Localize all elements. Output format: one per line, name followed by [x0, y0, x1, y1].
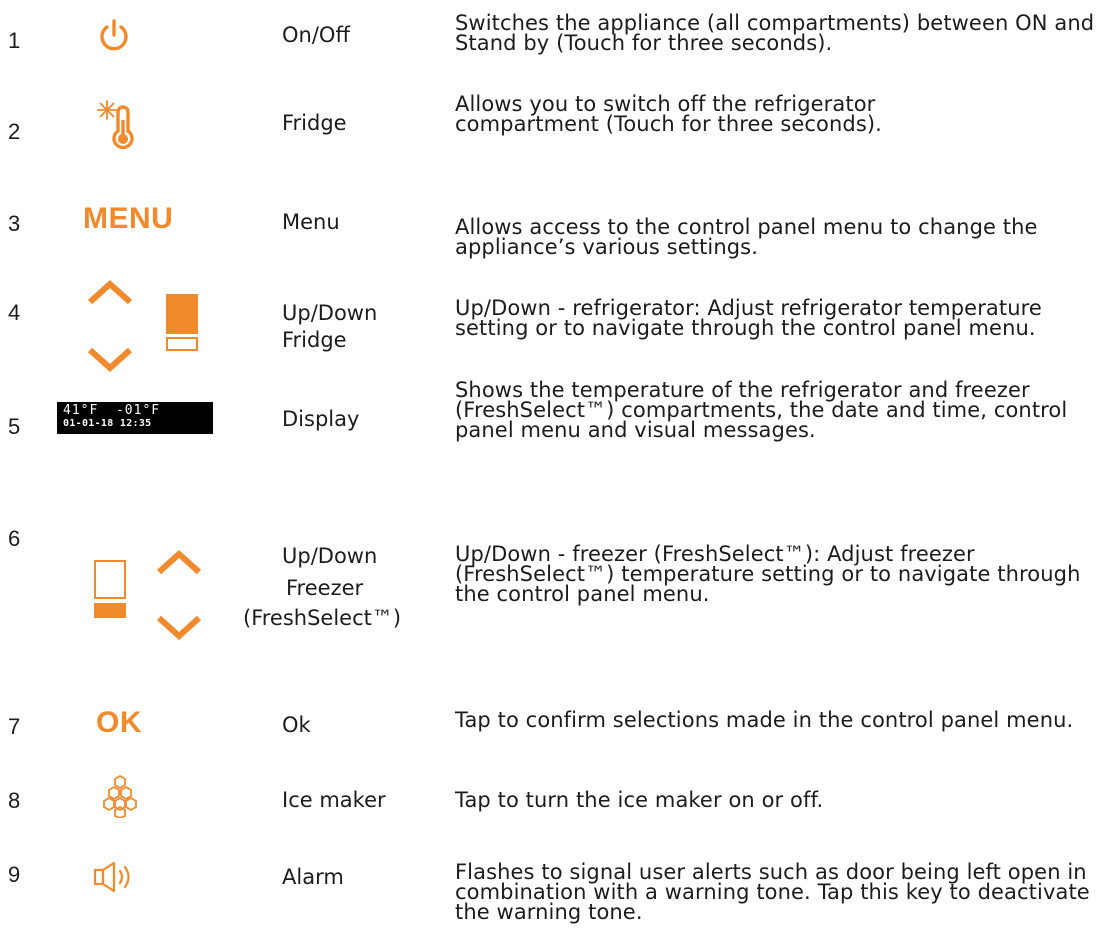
row-number: 1 — [8, 28, 21, 53]
row-description: Tap to confirm selections made in the co… — [455, 708, 1074, 732]
row-number: 6 — [8, 526, 21, 551]
row-name: Up/Down Fridge — [282, 300, 402, 354]
row-number: 9 — [8, 862, 21, 887]
row-description: Switches the appliance (all compartments… — [455, 11, 1095, 55]
row-number: 8 — [8, 788, 21, 813]
row-description: Tap to turn the ice maker on or off. — [455, 788, 824, 812]
row-name-line2: Freezer — [286, 576, 364, 600]
row-name-line1: Up/Down — [282, 544, 378, 568]
fridge-level-empty-icon — [166, 337, 198, 351]
row-description: Up/Down - refrigerator: Adjust refrigera… — [455, 296, 1042, 340]
row-name-line3: (FreshSelect™) — [243, 606, 402, 630]
row-number: 5 — [8, 414, 21, 439]
power-icon — [97, 18, 131, 52]
row-number: 7 — [8, 714, 21, 739]
ice-maker-icon — [103, 774, 137, 819]
row-name: Menu — [282, 210, 340, 234]
row-description: Allows you to switch off the refrigerato… — [455, 92, 882, 136]
row-name: Ice maker — [282, 788, 386, 812]
row-name: Ok — [282, 713, 311, 737]
chevron-up-icon — [86, 278, 134, 308]
row-description: Shows the temperature of the refrigerato… — [455, 378, 1068, 442]
snowflake-thermometer-icon — [96, 98, 136, 154]
row-description: Flashes to signal user alerts such as do… — [455, 860, 1090, 924]
chevron-down-icon — [86, 344, 134, 374]
row-number: 2 — [8, 119, 21, 144]
row-number: 3 — [8, 211, 21, 236]
display-temperature-readout: 41°F -01°F — [63, 403, 161, 418]
row-number: 4 — [8, 300, 21, 325]
row-description: Up/Down - freezer (FreshSelect™): Adjust… — [455, 542, 1081, 606]
chevron-down-icon — [155, 612, 203, 642]
row-description: Allows access to the control panel menu … — [455, 215, 1038, 259]
row-name: Display — [282, 407, 360, 431]
ok-key-icon: OK — [96, 706, 142, 739]
chevron-up-icon — [155, 548, 203, 578]
freezer-level-empty-icon — [94, 560, 126, 599]
menu-key-icon: MENU — [83, 202, 174, 235]
display-date-time-readout: 01-01-18 12:35 — [63, 418, 152, 429]
alarm-speaker-icon — [92, 860, 144, 894]
row-name: Alarm — [282, 865, 344, 889]
row-name-text: Up/Down Fridge — [282, 301, 378, 352]
fridge-level-filled-icon — [166, 294, 198, 334]
row-name: On/Off — [282, 23, 350, 47]
row-name: Fridge — [282, 111, 347, 135]
display-icon: 41°F -01°F 01-01-18 12:35 — [57, 402, 213, 434]
freezer-level-filled-icon — [94, 603, 126, 618]
